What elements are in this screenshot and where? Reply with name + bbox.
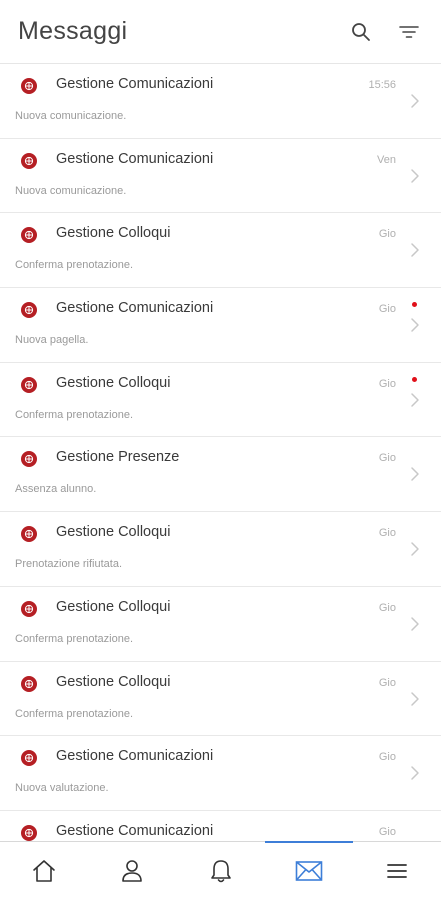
message-time: Gio [378, 825, 396, 838]
school-logo-icon [21, 451, 37, 468]
chevron-right-icon [411, 691, 419, 706]
nav-profile[interactable] [88, 842, 176, 900]
message-preview: Prenotazione rifiutata. [15, 558, 123, 571]
message-time: Gio [378, 377, 396, 390]
message-row[interactable]: Gestione Comunicazioni Gio [0, 810, 441, 841]
filter-icon [399, 25, 419, 38]
app-header: Messaggi [0, 0, 441, 64]
school-logo-icon [21, 227, 37, 244]
message-preview: Conferma prenotazione. [15, 632, 134, 645]
message-row[interactable]: Gestione Comunicazioni 15:56 Nuova comun… [0, 64, 441, 139]
chevron-right-icon [411, 243, 419, 258]
message-time: Gio [378, 228, 396, 241]
home-icon [33, 860, 55, 882]
message-sender: Gestione Colloqui [56, 524, 171, 541]
message-sender: Gestione Colloqui [56, 374, 171, 391]
message-preview: Nuova comunicazione. [15, 184, 127, 197]
school-logo-icon [21, 824, 37, 841]
search-button[interactable] [347, 18, 375, 46]
message-sender: Gestione Comunicazioni [56, 822, 214, 839]
message-sender: Gestione Comunicazioni [56, 76, 214, 92]
chevron-right-icon [411, 467, 419, 482]
chevron-right-icon [411, 617, 419, 631]
school-logo-icon [21, 675, 37, 692]
nav-home[interactable] [0, 842, 88, 900]
message-time: Gio [378, 452, 396, 465]
message-sender: Gestione Colloqui [56, 225, 171, 242]
profile-icon [122, 860, 143, 882]
school-logo-icon [21, 376, 37, 393]
message-time: Gio [378, 751, 396, 764]
message-sender: Gestione Comunicazioni [56, 748, 214, 765]
school-logo-icon [21, 600, 37, 617]
message-preview: Assenza alunno. [15, 483, 97, 496]
message-preview: Nuova valutazione. [15, 782, 109, 795]
message-time: Gio [378, 303, 396, 316]
search-icon [352, 22, 370, 41]
chevron-right-icon [411, 542, 419, 556]
nav-menu[interactable] [353, 842, 441, 900]
message-row[interactable]: Gestione Comunicazioni Ven Nuova comunic… [0, 138, 441, 214]
mail-icon [295, 861, 323, 881]
message-sender: Gestione Colloqui [56, 673, 171, 690]
message-time: Gio [378, 527, 396, 540]
message-sender: Gestione Colloqui [56, 598, 171, 615]
unread-dot [412, 302, 417, 308]
school-logo-icon [21, 302, 37, 319]
message-time: Gio [378, 676, 396, 689]
message-row[interactable]: Gestione Comunicazioni Gio Nuova valutaz… [0, 736, 441, 811]
school-logo-icon [21, 152, 37, 169]
message-preview: Conferma prenotazione. [15, 408, 134, 421]
bell-icon [210, 860, 231, 883]
chevron-right-icon [411, 318, 419, 332]
message-preview: Conferma prenotazione. [15, 259, 134, 272]
message-row[interactable]: Gestione Colloqui Gio Prenotazione rifiu… [0, 512, 441, 587]
message-time: Gio [378, 601, 396, 614]
school-logo-icon [21, 526, 37, 543]
filter-button[interactable] [395, 18, 423, 46]
page-title: Messaggi [18, 17, 128, 45]
message-row[interactable]: Gestione Colloqui Gio Conferma prenotazi… [0, 586, 441, 662]
message-sender: Gestione Comunicazioni [56, 150, 214, 167]
message-row[interactable]: Gestione Colloqui Gio Conferma prenotazi… [0, 362, 441, 438]
message-row[interactable]: Gestione Colloqui Gio Conferma prenotazi… [0, 213, 441, 289]
message-time: Ven [377, 153, 396, 166]
message-preview: Conferma prenotazione. [15, 707, 134, 720]
message-sender: Gestione Comunicazioni [56, 300, 214, 317]
message-time: 15:56 [368, 79, 396, 91]
nav-notifications[interactable] [176, 842, 264, 900]
message-sender: Gestione Presenze [56, 449, 180, 466]
menu-icon [387, 864, 407, 878]
bottom-nav [0, 841, 441, 900]
school-logo-icon [21, 750, 37, 767]
unread-dot [412, 376, 417, 382]
chevron-right-icon [411, 94, 419, 108]
message-preview: Nuova comunicazione. [15, 110, 127, 122]
chevron-right-icon [411, 393, 419, 407]
message-row[interactable]: Gestione Comunicazioni Gio Nuova pagella… [0, 288, 441, 363]
message-row[interactable]: Gestione Colloqui Gio Conferma prenotazi… [0, 661, 441, 737]
message-row[interactable]: Gestione Presenze Gio Assenza alunno. [0, 437, 441, 513]
chevron-right-icon [411, 168, 419, 183]
nav-messages[interactable] [264, 841, 354, 900]
chevron-right-icon [411, 766, 419, 780]
school-logo-icon [21, 78, 37, 94]
message-list[interactable]: Gestione Comunicazioni 15:56 Nuova comun… [0, 64, 441, 841]
message-preview: Nuova pagella. [15, 334, 89, 347]
